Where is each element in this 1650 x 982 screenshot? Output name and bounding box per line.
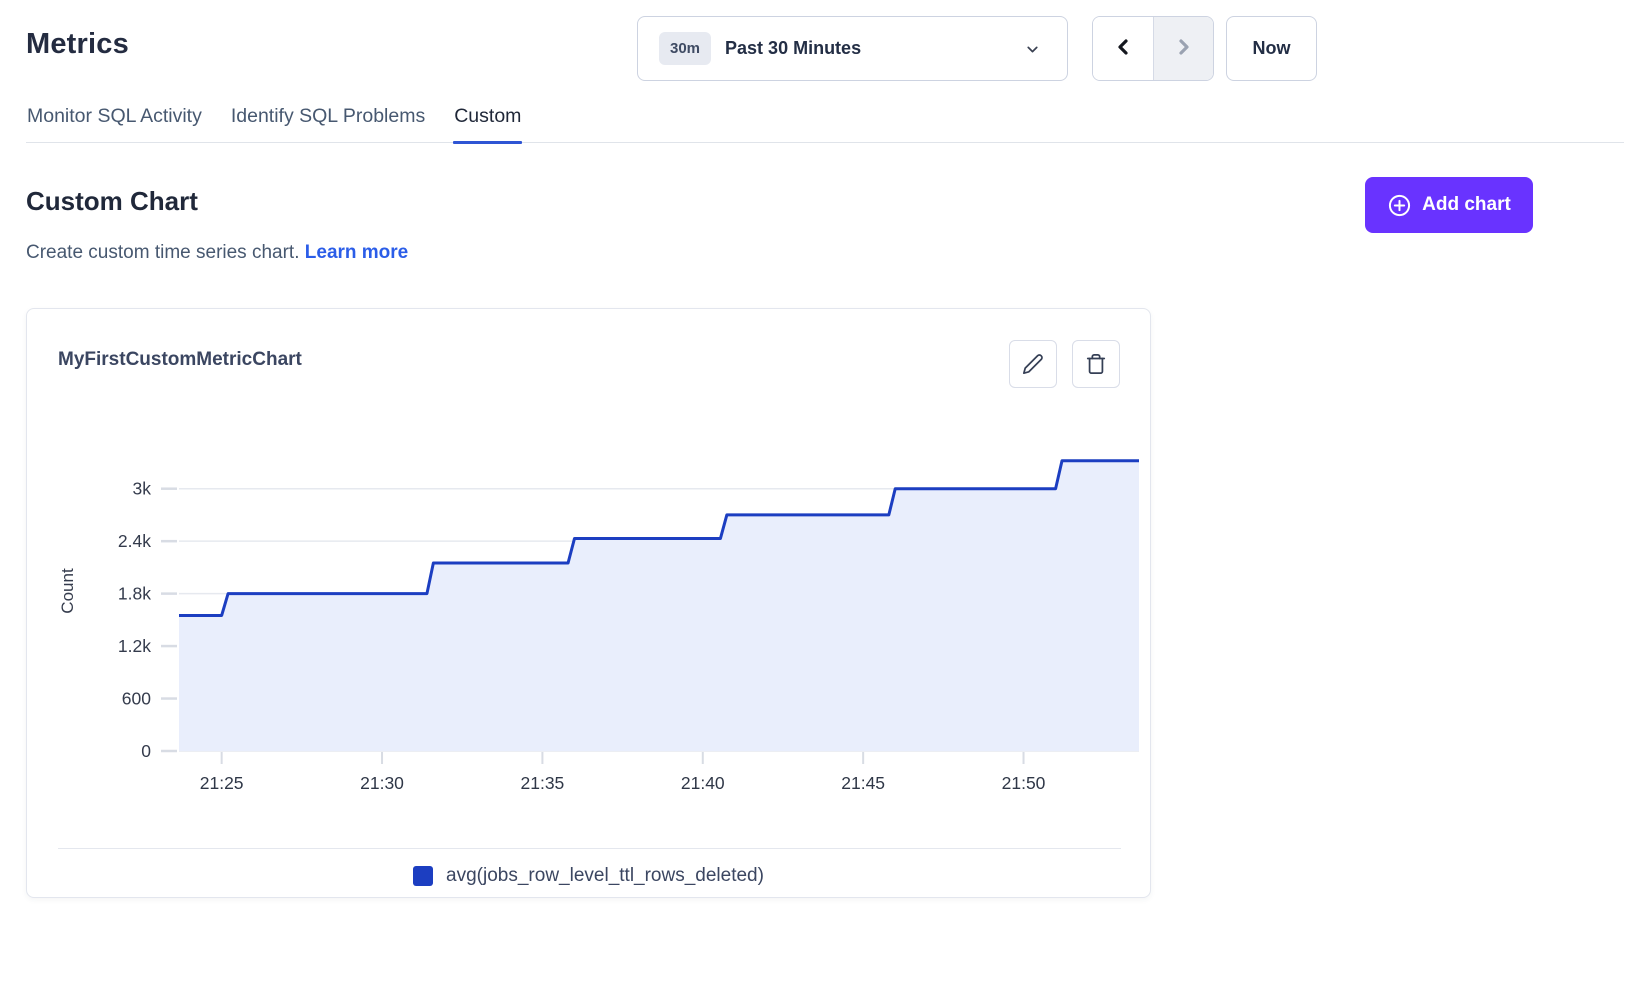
y-tick-label: 1.8k bbox=[118, 584, 151, 604]
section-description: Create custom time series chart. Learn m… bbox=[26, 242, 408, 264]
add-chart-label: Add chart bbox=[1422, 194, 1511, 216]
section-description-text: Create custom time series chart. bbox=[26, 242, 299, 263]
time-range-label: Past 30 Minutes bbox=[725, 38, 861, 59]
trash-icon bbox=[1085, 353, 1107, 375]
chart-legend: avg(jobs_row_level_ttl_rows_deleted) bbox=[27, 865, 1150, 887]
tab-custom[interactable]: Custom bbox=[453, 101, 522, 142]
now-button[interactable]: Now bbox=[1226, 16, 1317, 81]
card-divider bbox=[58, 848, 1121, 849]
y-tick-label: 600 bbox=[122, 689, 151, 709]
chart-title: MyFirstCustomMetricChart bbox=[58, 349, 302, 371]
y-tick-label: 3k bbox=[133, 479, 152, 499]
x-tick-label: 21:40 bbox=[681, 773, 725, 793]
edit-chart-button[interactable] bbox=[1009, 340, 1057, 388]
delete-chart-button[interactable] bbox=[1072, 340, 1120, 388]
x-tick-label: 21:30 bbox=[360, 773, 404, 793]
chevron-right-icon bbox=[1172, 35, 1196, 62]
pencil-icon bbox=[1022, 353, 1044, 375]
legend-swatch bbox=[413, 866, 433, 886]
x-tick-label: 21:45 bbox=[841, 773, 885, 793]
chart-card: 0 600 1.2k 1.8k 2.4k 3k 21:25 21:30 21:35 21:40 21… bbox=[26, 308, 1151, 898]
y-tick-label: 1.2k bbox=[118, 636, 151, 656]
time-step-button-group bbox=[1092, 16, 1214, 81]
y-axis-label: Count bbox=[58, 568, 77, 614]
plus-circle-icon bbox=[1387, 193, 1412, 218]
x-tick-label: 21:50 bbox=[1002, 773, 1046, 793]
chart-svg: 0 600 1.2k 1.8k 2.4k 3k 21:25 21:30 21:35 21:40 21… bbox=[27, 309, 1152, 839]
time-range-badge: 30m bbox=[659, 32, 711, 65]
x-tick-label: 21:35 bbox=[521, 773, 565, 793]
x-tick-label: 21:25 bbox=[200, 773, 244, 793]
series-area bbox=[179, 461, 1139, 751]
time-range-selector[interactable]: 30m Past 30 Minutes bbox=[637, 16, 1068, 81]
section-title: Custom Chart bbox=[26, 186, 198, 217]
chevron-left-icon bbox=[1111, 35, 1135, 62]
series-line bbox=[179, 461, 1139, 616]
learn-more-link[interactable]: Learn more bbox=[305, 242, 408, 263]
y-tick-label: 0 bbox=[141, 741, 151, 761]
tab-bar: Monitor SQL Activity Identify SQL Proble… bbox=[26, 101, 1624, 143]
chevron-down-icon bbox=[1024, 41, 1041, 63]
metrics-page: Metrics 30m Past 30 Minutes Now Monitor … bbox=[0, 0, 1650, 982]
page-title: Metrics bbox=[26, 28, 129, 61]
previous-range-button[interactable] bbox=[1093, 17, 1153, 80]
legend-label: avg(jobs_row_level_ttl_rows_deleted) bbox=[446, 865, 764, 887]
add-chart-button[interactable]: Add chart bbox=[1365, 177, 1533, 233]
next-range-button[interactable] bbox=[1153, 17, 1213, 80]
y-tick-label: 2.4k bbox=[118, 531, 151, 551]
tab-monitor-sql-activity[interactable]: Monitor SQL Activity bbox=[26, 101, 203, 142]
tab-identify-sql-problems[interactable]: Identify SQL Problems bbox=[230, 101, 426, 142]
